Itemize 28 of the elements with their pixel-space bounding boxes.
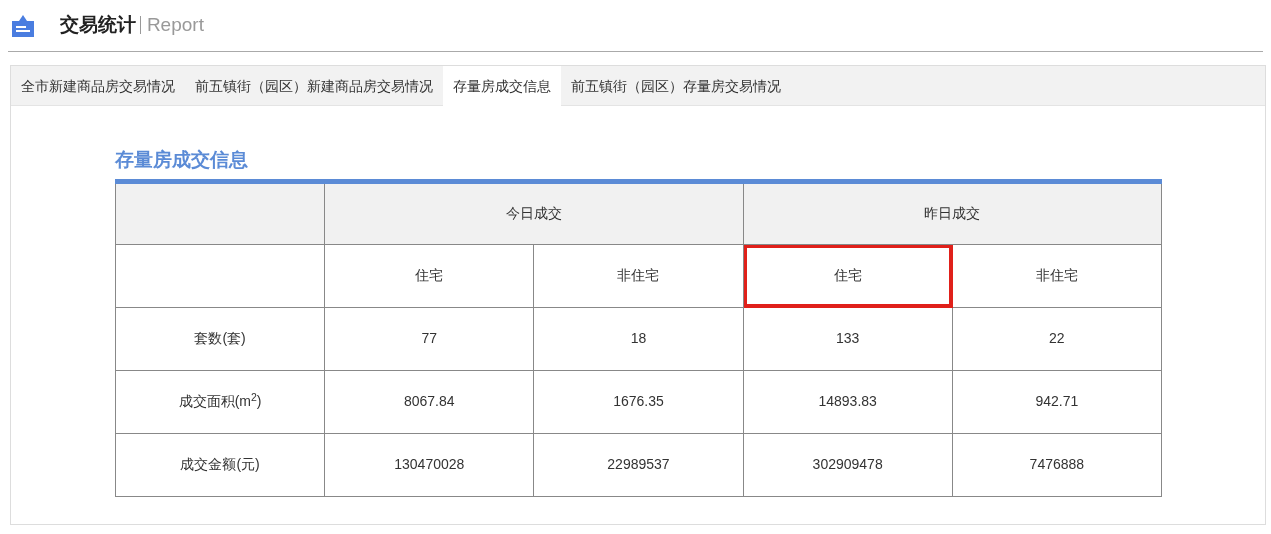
table-cell: 1676.35 — [533, 370, 744, 433]
row-header: 成交面积(m$^{2}$) — [115, 370, 325, 433]
column-header: 非住宅 — [952, 244, 1162, 307]
column-group-header: 昨日成交 — [743, 181, 1162, 244]
tab[interactable]: 存量房成交信息 — [443, 66, 561, 107]
table-cell: 14893.83 — [743, 370, 953, 433]
table-cell: 8067.84 — [324, 370, 534, 433]
page-subtitle: Report — [139, 16, 204, 35]
tab[interactable]: 前五镇街（园区）存量房交易情况 — [561, 66, 791, 106]
table-cell: 133 — [743, 307, 953, 370]
tab[interactable]: 全市新建商品房交易情况 — [11, 66, 185, 106]
table-cell: 7476888 — [952, 433, 1162, 496]
column-group-header: 今日成交 — [324, 181, 744, 244]
row-header: 成交金额(元) — [115, 433, 325, 496]
table-cell: 77 — [324, 307, 534, 370]
section-title: 存量房成交信息 — [115, 148, 249, 172]
tab[interactable]: 前五镇街（园区）新建商品房交易情况 — [185, 66, 443, 106]
column-header: 住宅 — [324, 244, 534, 307]
column-header: 住宅 — [743, 244, 953, 307]
table-cell: 22989537 — [533, 433, 744, 496]
page-title: 交易统计 — [60, 14, 136, 36]
table-cell: 302909478 — [743, 433, 953, 496]
column-header: 非住宅 — [533, 244, 744, 307]
table-cell: 22 — [952, 307, 1162, 370]
table-cell: 130470028 — [324, 433, 534, 496]
row-header: 套数(套) — [115, 307, 325, 370]
table-cell: 18 — [533, 307, 744, 370]
table-cell: 942.71 — [952, 370, 1162, 433]
